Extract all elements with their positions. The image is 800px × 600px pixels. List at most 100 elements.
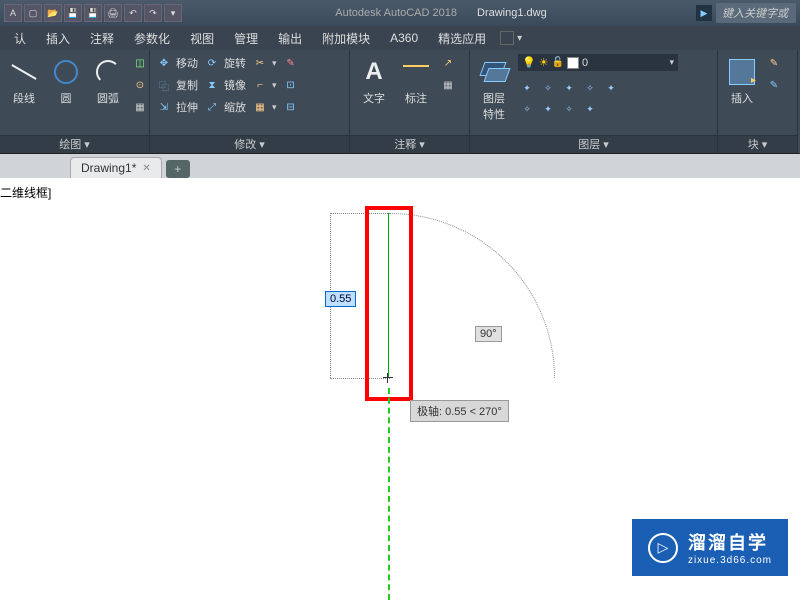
layer-tool-4[interactable]: ✧ (581, 79, 599, 97)
redo-icon[interactable]: ↷ (144, 4, 162, 22)
bulb-icon: 💡 (522, 56, 536, 69)
layer-name: 0 (582, 57, 666, 69)
angle-readout: 90° (475, 326, 502, 342)
panel-draw-title[interactable]: 绘图 ▾ (0, 135, 149, 153)
layer-tool-3[interactable]: ✦ (560, 79, 578, 97)
mirror-button[interactable]: ⧗镜像 (204, 76, 246, 94)
rotate-button[interactable]: ⟳旋转 (204, 54, 246, 72)
rotate-icon: ⟳ (204, 55, 220, 71)
table-button[interactable]: ▦ (440, 76, 456, 94)
close-icon[interactable]: ✕ (142, 163, 150, 174)
undo-icon[interactable]: ↶ (124, 4, 142, 22)
insert-icon (726, 56, 758, 88)
layers-icon (478, 56, 510, 88)
modify-extra3[interactable]: ⊟ (283, 98, 299, 116)
layer-tool-1[interactable]: ✦ (518, 79, 536, 97)
info-play-icon[interactable]: ▶ (696, 5, 712, 21)
saveas-icon[interactable]: 💾 (84, 4, 102, 22)
open-icon[interactable]: 📂 (44, 4, 62, 22)
arc-label: 圆弧 (97, 90, 119, 106)
panel-annotate-title[interactable]: 注释 ▾ (350, 135, 469, 153)
drawing-canvas[interactable]: 二维线框] 0.55 90° 极轴: 0.55 < 270° ▷ 溜溜自学 zi… (0, 178, 800, 600)
layer-tool-5[interactable]: ✦ (602, 79, 620, 97)
block-extra2[interactable]: ✎ (766, 76, 782, 94)
stretch-label: 拉伸 (176, 99, 198, 115)
block-extra1[interactable]: ✎ (766, 54, 782, 72)
tab-end-dropdown-icon[interactable]: ▾ (517, 33, 522, 44)
copy-button[interactable]: ⿻复制 (156, 76, 198, 94)
stretch-button[interactable]: ⇲拉伸 (156, 98, 198, 116)
insert-button[interactable]: 插入 (724, 54, 760, 108)
search-input[interactable]: 键入关键字或 (716, 3, 796, 23)
dimension-label: 标注 (405, 90, 427, 106)
draw-extra3[interactable]: ▦ (132, 98, 148, 116)
panel-modify-title[interactable]: 修改 ▾ (150, 135, 349, 153)
trim-icon: ✂ (252, 55, 268, 71)
panel-block: 插入 ✎ ✎ 块 ▾ (718, 50, 798, 153)
array-icon: ▦ (252, 99, 268, 115)
viewport-label: 二维线框] (0, 184, 51, 201)
new-icon[interactable]: ▢ (24, 4, 42, 22)
dimension-icon (400, 56, 432, 88)
polyline-icon (8, 56, 40, 88)
add-tab-button[interactable]: + (166, 160, 190, 178)
panel-layers-title[interactable]: 图层 ▾ (470, 135, 717, 153)
doc-title: Drawing1.dwg (477, 7, 547, 19)
tab-featured[interactable]: 精选应用 (428, 26, 496, 51)
layer-tool-8[interactable]: ✧ (560, 100, 578, 118)
lock-icon: 🔓 (552, 57, 564, 68)
tab-output[interactable]: 输出 (268, 26, 312, 51)
tab-a360[interactable]: A360 (380, 27, 428, 49)
dimension-input[interactable]: 0.55 (325, 291, 356, 307)
watermark-title: 溜溜自学 (688, 529, 772, 555)
tab-annotate[interactable]: 注释 (80, 26, 124, 51)
polyline-button[interactable]: 段线 (6, 54, 42, 108)
draw-extra2[interactable]: ⊙ (132, 76, 148, 94)
plot-icon[interactable]: 🖨 (104, 4, 122, 22)
acad-logo-icon[interactable]: A (4, 4, 22, 22)
tab-manage[interactable]: 管理 (224, 26, 268, 51)
copy-label: 复制 (176, 77, 198, 93)
circle-button[interactable]: 圆 (48, 54, 84, 108)
layer-properties-button[interactable]: 图层 特性 (476, 54, 512, 124)
title-right: ▶ 键入关键字或 (696, 3, 800, 23)
drawn-line (388, 213, 389, 378)
panel-layers: 图层 特性 💡 ☀ 🔓 0 ▾ ✦ ✧ ✦ ✧ ✦ ✧ (470, 50, 718, 153)
scale-icon: ⤢ (204, 99, 220, 115)
draw-extra1[interactable]: ◫ (132, 54, 148, 72)
trim-button[interactable]: ✂▾ (252, 54, 277, 72)
layer-tool-6[interactable]: ✧ (518, 100, 536, 118)
save-icon[interactable]: 💾 (64, 4, 82, 22)
qat-dropdown-icon[interactable]: ▾ (164, 4, 182, 22)
mirror-label: 镜像 (224, 77, 246, 93)
leader-button[interactable]: ↗ (440, 54, 456, 72)
layer-tool-2[interactable]: ✧ (539, 79, 557, 97)
tab-home[interactable]: 认 (4, 26, 36, 51)
tab-parametric[interactable]: 参数化 (124, 26, 180, 51)
document-tabs: Drawing1* ✕ + (0, 154, 800, 178)
doc-tab-active[interactable]: Drawing1* ✕ (70, 157, 162, 178)
chevron-down-icon: ▾ (669, 57, 674, 68)
tab-addins[interactable]: 附加模块 (312, 26, 380, 51)
text-button[interactable]: A 文字 (356, 54, 392, 108)
layer-tool-9[interactable]: ✦ (581, 100, 599, 118)
layer-dropdown[interactable]: 💡 ☀ 🔓 0 ▾ (518, 54, 678, 71)
scale-button[interactable]: ⤢缩放 (204, 98, 246, 116)
modify-extra2[interactable]: ⊡ (283, 76, 299, 94)
move-button[interactable]: ✥移动 (156, 54, 198, 72)
layer-tool-7[interactable]: ✦ (539, 100, 557, 118)
dimension-button[interactable]: 标注 (398, 54, 434, 108)
tab-view[interactable]: 视图 (180, 26, 224, 51)
highlight-rectangle (365, 206, 413, 401)
fillet-button[interactable]: ⌐▾ (252, 76, 277, 94)
arc-button[interactable]: 圆弧 (90, 54, 126, 108)
construction-arc (390, 213, 555, 378)
modify-extra1[interactable]: ✎ (283, 54, 299, 72)
circle-label: 圆 (61, 90, 72, 106)
tab-insert[interactable]: 插入 (36, 26, 80, 51)
panel-block-title[interactable]: 块 ▾ (718, 135, 797, 153)
app-title: Autodesk AutoCAD 2018 (335, 7, 457, 19)
tab-end-icon[interactable] (500, 31, 514, 45)
array-button[interactable]: ▦▾ (252, 98, 277, 116)
layer-tools: ✦ ✧ ✦ ✧ ✦ ✧ ✦ ✧ ✦ (518, 79, 678, 118)
